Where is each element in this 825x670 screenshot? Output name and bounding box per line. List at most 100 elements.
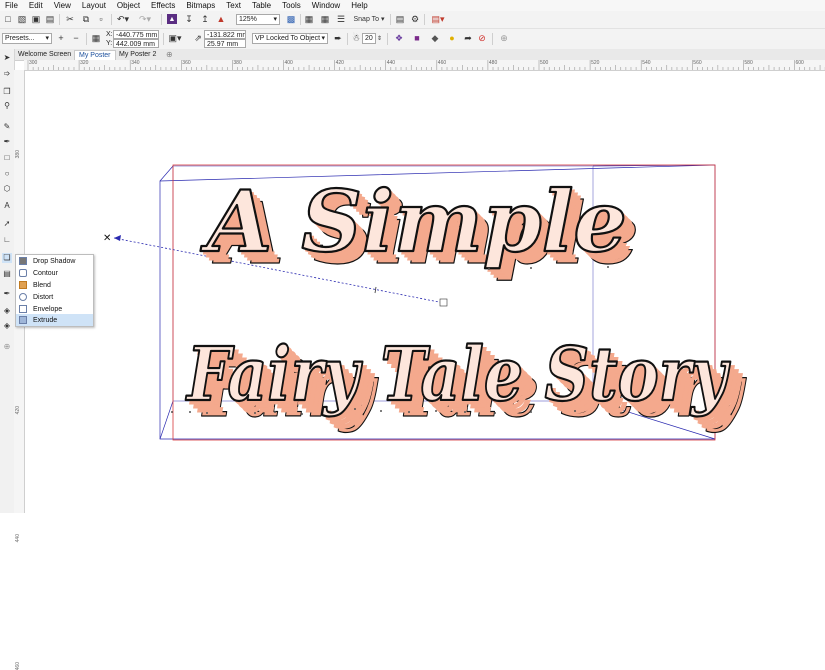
h-ruler-label: 360 [182,60,191,66]
menu-window[interactable]: Window [307,0,346,11]
flyout-contour[interactable]: Contour [16,267,93,279]
h-ruler-label: 380 [233,60,242,66]
extrude-bevel-icon[interactable]: ◆ [428,33,442,43]
rectangle-tool-icon[interactable]: □ [2,153,12,163]
shape-tool-icon[interactable]: ➩ [2,69,12,79]
copy-icon[interactable]: ⧉ [81,14,91,24]
add-preset-icon[interactable]: + [56,33,66,43]
extrude-color-icon[interactable]: ■ [410,33,424,43]
menu-effects[interactable]: Effects [146,0,181,11]
add-icon[interactable]: ⊕ [499,33,509,43]
artistic-media-icon[interactable]: ✒ [2,137,12,147]
depth-spinner[interactable]: ⇕ [376,33,383,44]
extrude-lighting-icon[interactable]: ● [445,33,459,43]
vp-copy-icon[interactable]: ➨ [333,33,343,43]
menu-bar: File Edit View Layout Object Effects Bit… [0,0,825,11]
extrude-rotation-icon[interactable]: ❖ [392,33,406,43]
menu-tools[interactable]: Tools [277,0,307,11]
drawing-canvas[interactable]: ✕ A Simple A Simple A Simple A Simple A … [25,71,825,513]
menu-bitmaps[interactable]: Bitmaps [181,0,221,11]
menu-object[interactable]: Object [112,0,146,11]
save-icon[interactable]: ▣ [31,14,41,24]
full-screen-icon[interactable]: ▩ [286,14,296,24]
new-document-icon[interactable]: □ [3,14,13,24]
show-rulers-icon[interactable]: ▦ [304,14,314,24]
show-grid-icon[interactable]: ▦ [320,14,330,24]
show-guidelines-icon[interactable]: ☰ [336,14,346,24]
launch-app-icon[interactable]: ▤▾ [429,14,447,24]
pick-tool-icon[interactable]: ➤ [2,53,12,63]
clear-extrude-icon[interactable]: ⊘ [477,33,487,43]
extrude-tool-icon[interactable]: ❏ [2,253,12,263]
polygon-tool-icon[interactable]: ⬡ [2,184,12,194]
h-ruler-label: 580 [744,60,753,66]
text-tool-icon[interactable]: A [2,201,12,211]
v-ruler-label: 460 [15,662,21,670]
parallel-dimension-icon[interactable]: ➚ [2,219,12,229]
open-folder-icon[interactable]: ▧ [17,14,27,24]
drop-shadow-icon [19,257,27,265]
presets-select[interactable]: Presets... ▾ [2,33,52,44]
envelope-icon [19,305,27,313]
menu-layout[interactable]: Layout [77,0,112,11]
cut-icon[interactable]: ✂ [65,14,75,24]
flyout-blend[interactable]: Blend [16,279,93,291]
y-position-field[interactable]: 442.009 mm [113,39,159,48]
x-position-field[interactable]: -440.775 mm [113,30,159,39]
redo-icon[interactable]: ↷▾ [138,14,152,24]
add-tool-icon[interactable]: ⊕ [2,342,12,352]
vp-mode-select[interactable]: VP Locked To Object ▾ [252,33,328,44]
search-content-icon[interactable]: ▲ [167,14,177,24]
depth-handle[interactable] [439,298,448,307]
export-pdf-icon[interactable]: ▲ [215,14,227,24]
artwork-line-2[interactable]: Fairy Tale Story Fairy Tale Story Fairy … [184,331,748,435]
zoom-level-select[interactable]: 125% ▾ [236,14,280,25]
line-2-face: Fairy Tale Story [185,332,731,418]
depth-slider-mark[interactable] [374,286,377,294]
transparency-tool-icon[interactable]: ▤ [2,269,12,279]
settings-icon[interactable]: ⚙ [410,14,420,24]
copy-extrude-icon[interactable]: ➦ [463,33,473,43]
freehand-tool-icon[interactable]: ✎ [2,122,12,132]
tab-my-poster[interactable]: My Poster [74,50,116,60]
h-ruler-label: 300 [29,60,38,66]
snap-to-dropdown[interactable]: Snap To ▾ [352,14,386,24]
connector-tool-icon[interactable]: ∟ [2,235,12,245]
ellipse-tool-icon[interactable]: ○ [2,169,12,179]
menu-text[interactable]: Text [221,0,247,11]
vanishing-point-marker[interactable]: ✕ [103,233,111,244]
zoom-tool-icon[interactable]: ⚲ [2,101,12,111]
flyout-extrude[interactable]: Extrude [16,314,93,326]
horizontal-ruler[interactable]: 300 320 340 360 380 400 420 440 460 480 500 520 540 5… [24,60,825,71]
eyedropper-tool-icon[interactable]: ✒ [2,289,12,299]
menu-table[interactable]: Table [247,0,277,11]
print-icon[interactable]: ▤ [45,14,55,24]
menu-file[interactable]: File [0,0,24,11]
smart-fill-icon[interactable]: ◈ [2,321,12,331]
undo-icon[interactable]: ↶▾ [116,14,130,24]
v-ruler-label: 420 [15,406,21,415]
new-tab-icon[interactable]: ⊕ [162,50,177,60]
v-ruler-label: 380 [15,150,21,159]
export-icon[interactable]: ↥ [200,14,210,24]
menu-edit[interactable]: Edit [24,0,49,11]
remove-preset-icon[interactable]: − [71,33,81,43]
artwork-line-1[interactable]: A Simple A Simple A Simple A Simple A Si… [199,171,640,284]
depth-field[interactable]: 20 [362,33,376,44]
options-icon[interactable]: ▤ [395,14,405,24]
menu-help[interactable]: Help [346,0,373,11]
h-ruler-label: 540 [642,60,651,66]
tab-welcome-screen[interactable]: Welcome Screen [14,50,75,60]
vp-y-field[interactable]: 25.97 mm [204,39,246,48]
h-ruler-label: 600 [795,60,804,66]
import-icon[interactable]: ↧ [184,14,194,24]
vp-x-field[interactable]: -131.822 mm [204,30,246,39]
interactive-fill-icon[interactable]: ◈ [2,306,12,316]
paste-icon[interactable]: ▫ [96,14,106,24]
tab-my-poster-2[interactable]: My Poster 2 [115,50,160,60]
extrusion-type-dropdown[interactable]: ▣▾ [167,33,183,43]
flyout-drop-shadow[interactable]: Drop Shadow [16,255,93,267]
crop-tool-icon[interactable]: ❒ [2,87,12,97]
menu-view[interactable]: View [49,0,77,11]
flyout-distort[interactable]: Distort [16,291,93,303]
